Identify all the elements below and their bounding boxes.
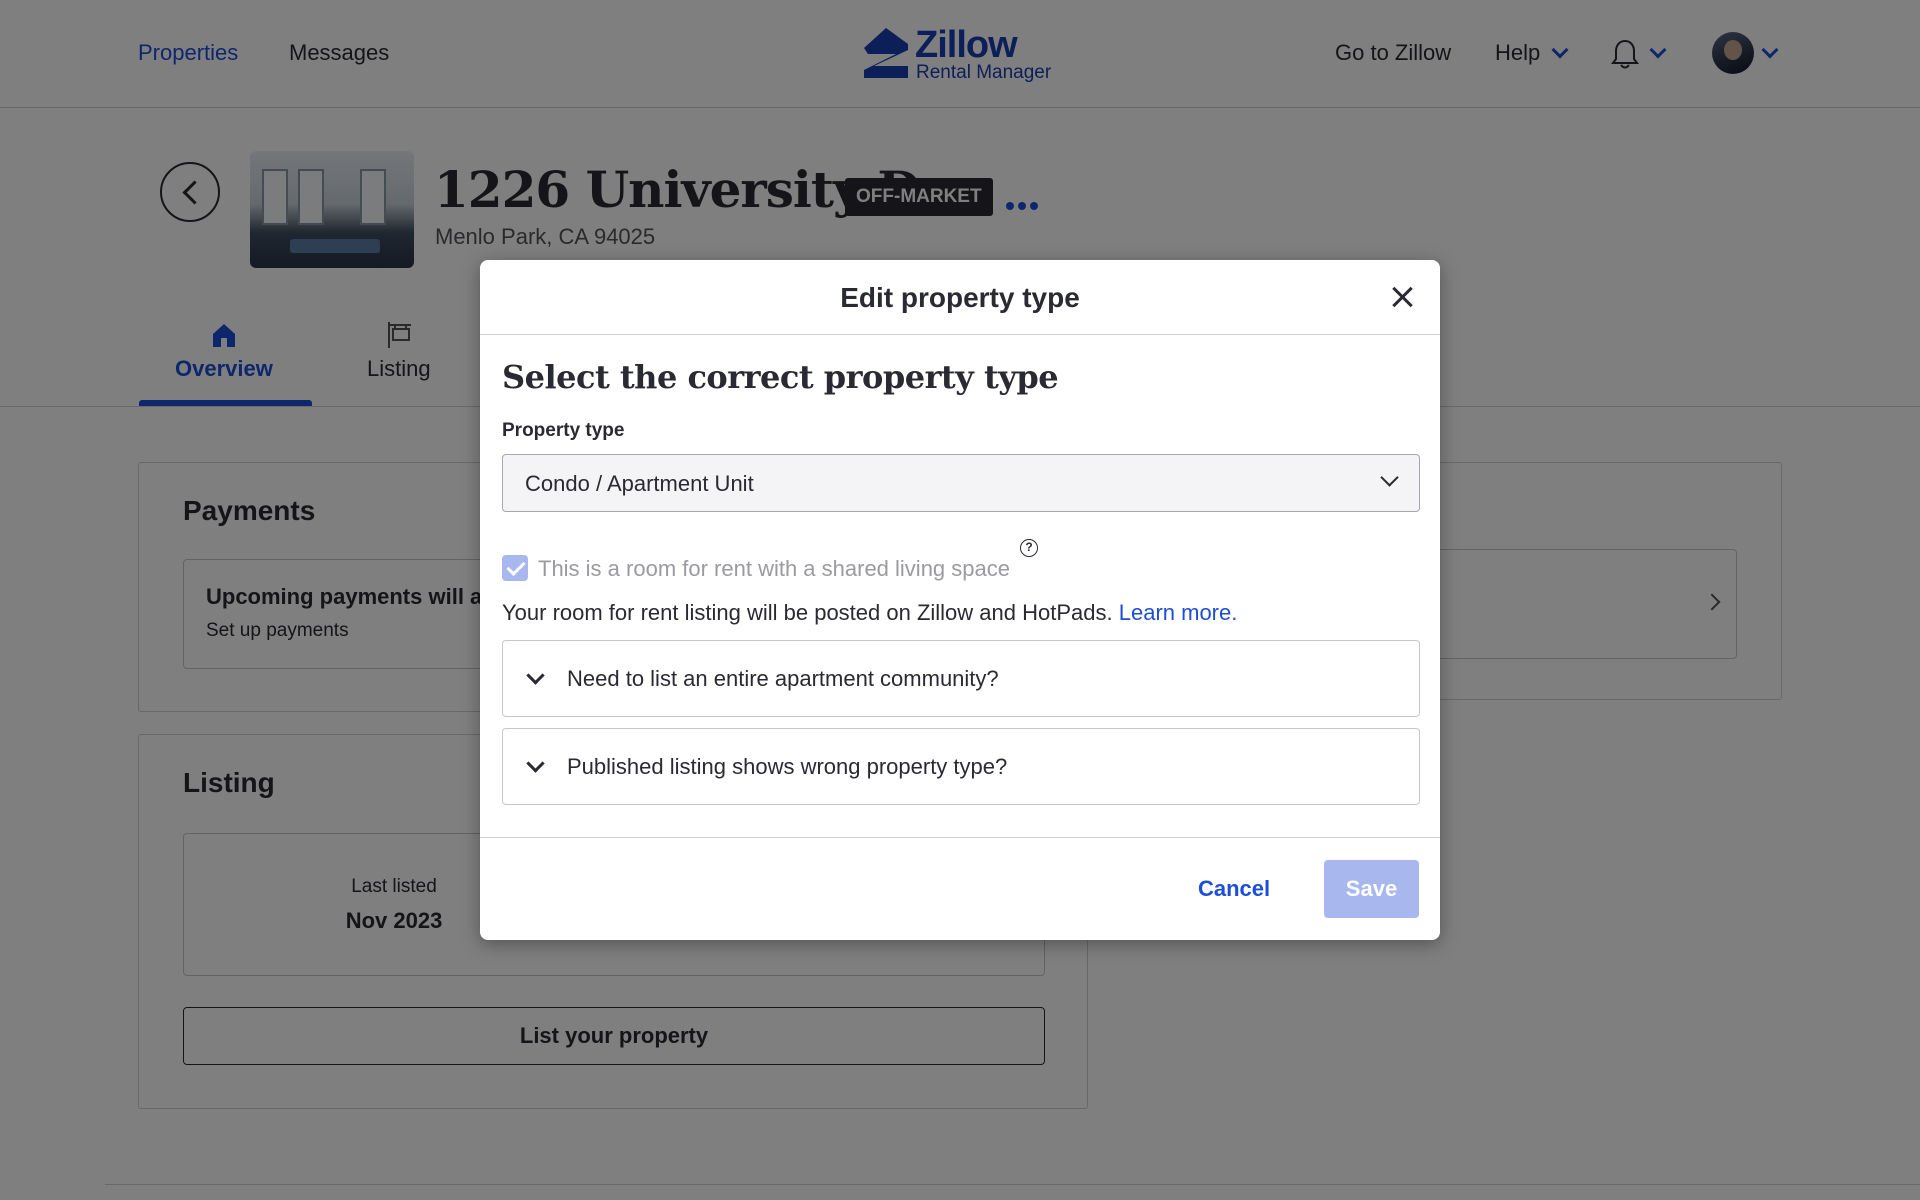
property-type-value: Condo / Apartment Unit [525, 471, 754, 496]
property-type-label: Property type [502, 420, 625, 441]
modal-title: Edit property type [840, 282, 1080, 313]
property-type-select[interactable]: Condo / Apartment Unit [502, 454, 1420, 512]
modal-header: Edit property type [480, 260, 1440, 335]
chevron-down-icon [526, 754, 545, 773]
edit-property-type-modal: Edit property type Select the correct pr… [480, 260, 1440, 940]
accordion-label: Published listing shows wrong property t… [567, 754, 1008, 779]
save-button[interactable]: Save [1324, 860, 1419, 918]
learn-more-link[interactable]: Learn more. [1119, 600, 1238, 625]
chevron-down-icon [526, 666, 545, 685]
accordion-label: Need to list an entire apartment communi… [567, 666, 999, 691]
accordion-wrong-property-type[interactable]: Published listing shows wrong property t… [502, 728, 1420, 805]
shared-room-checkbox[interactable] [502, 555, 528, 581]
close-icon[interactable] [1390, 284, 1416, 310]
info-text-body: Your room for rent listing will be poste… [502, 600, 1113, 625]
shared-room-checkbox-label: This is a room for rent with a shared li… [538, 556, 1010, 581]
help-circle-icon[interactable]: ? [1020, 539, 1038, 557]
chevron-down-icon [1380, 468, 1399, 487]
cancel-button[interactable]: Cancel [1198, 876, 1270, 902]
modal-subheading: Select the correct property type [502, 358, 1059, 396]
accordion-apartment-community[interactable]: Need to list an entire apartment communi… [502, 640, 1420, 717]
modal-footer-divider [480, 837, 1440, 838]
room-for-rent-info: Your room for rent listing will be poste… [502, 600, 1237, 626]
